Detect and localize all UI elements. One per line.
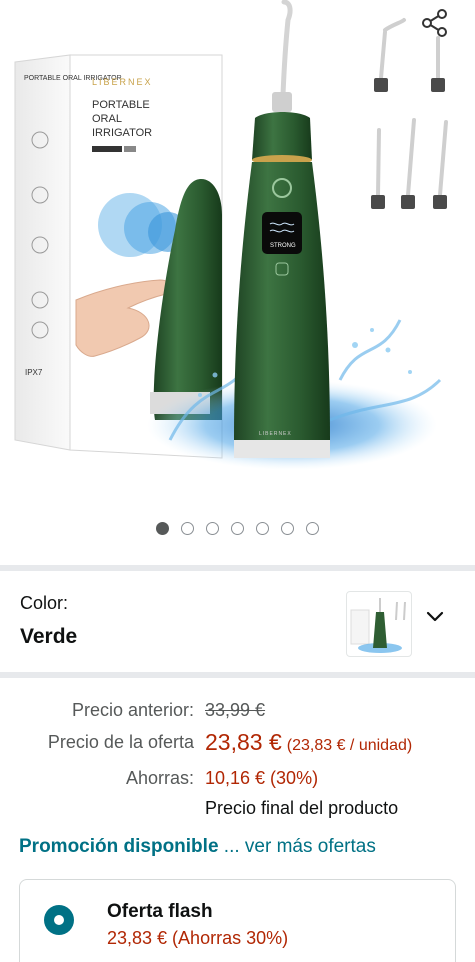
carousel-dot[interactable] (231, 522, 244, 535)
final-price-note: Precio final del producto (205, 798, 399, 818)
box-title-line-3: IRRIGATOR (92, 127, 152, 139)
variant-thumbnail-image (350, 598, 406, 653)
offer-price-label: Precio de la oferta (47, 732, 194, 752)
carousel-dot[interactable] (181, 522, 194, 535)
box-title-line-1: PORTABLE (92, 99, 150, 111)
share-button[interactable] (418, 6, 452, 40)
previous-price-label: Precio anterior: (71, 700, 194, 720)
offer-price-value: 23,83 € (205, 729, 282, 755)
carousel-dot[interactable] (156, 522, 169, 535)
carousel-dot[interactable] (206, 522, 219, 535)
carousel-dot[interactable] (306, 522, 319, 535)
carousel-dot[interactable] (281, 522, 294, 535)
color-value: Verde (20, 625, 78, 648)
savings-label: Ahorras: (125, 768, 194, 788)
savings-value: 10,16 € (30%) (205, 768, 319, 788)
product-image[interactable]: PORTABLE ORAL IRRIGATOR IPX7 LIBERNEX PO… (0, 0, 475, 520)
oral-irrigator-device: STRONG LIBERNEX (234, 0, 330, 458)
image-carousel-indicator (0, 522, 475, 542)
color-variant-thumbnail[interactable] (346, 591, 412, 657)
promotion-row[interactable]: Promoción disponible ... ver más ofertas (19, 836, 376, 858)
section-divider (0, 672, 475, 678)
deal-radio-button[interactable] (44, 905, 74, 935)
device-brand: LIBERNEX (259, 431, 292, 437)
product-image-gallery[interactable]: PORTABLE ORAL IRRIGATOR IPX7 LIBERNEX PO… (0, 0, 475, 565)
share-icon (422, 9, 447, 37)
box-side-marks: IPX7 (25, 368, 43, 377)
box-brand: LIBERNEX (92, 77, 153, 87)
device-display-text: STRONG (270, 243, 296, 249)
box-title-line-2: ORAL (92, 113, 122, 125)
color-label: Color: (20, 593, 69, 613)
promotion-title: Promoción disponible (19, 836, 219, 857)
deal-price: 23,83 € (Ahorras 30%) (107, 928, 289, 948)
previous-price-value: 33,99 € (205, 700, 266, 720)
replacement-nozzles (376, 18, 448, 197)
chevron-down-icon[interactable] (424, 605, 446, 627)
carousel-dot[interactable] (256, 522, 269, 535)
deal-title: Oferta flash (107, 901, 213, 922)
flash-deal-option[interactable]: Oferta flash 23,83 € (Ahorras 30%) (19, 879, 456, 962)
more-offers-link[interactable]: ... ver más ofertas (224, 836, 376, 857)
offer-unit-price: (23,83 € / unidad) (286, 737, 413, 754)
color-selector[interactable]: Color: Verde (0, 571, 475, 671)
